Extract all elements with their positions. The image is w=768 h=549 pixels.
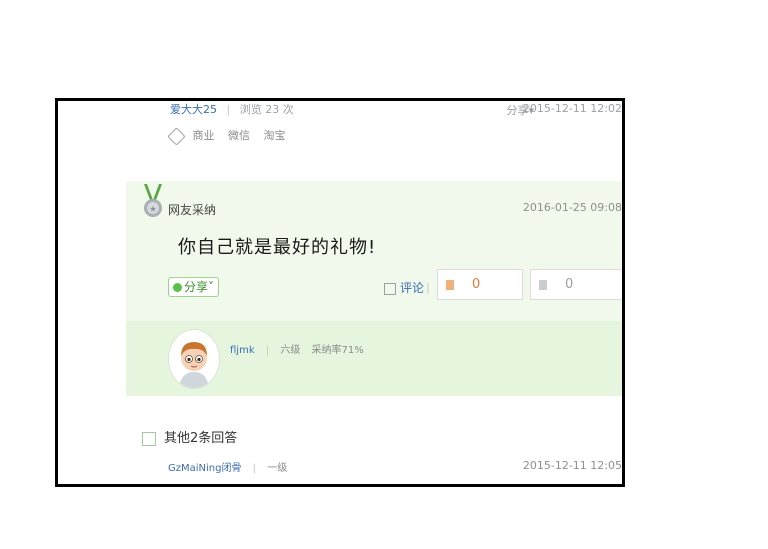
meta-separator: | <box>265 345 270 356</box>
answerer-info: fljmk | 六级 采纳率71% <box>126 321 622 396</box>
comment-icon <box>384 282 396 295</box>
best-answer-date: 2016-01-25 09:08 <box>522 201 622 214</box>
answer-share-button[interactable]: 分享˅ <box>168 277 220 297</box>
question-author-link[interactable]: 爱大大25 <box>170 103 217 116</box>
svg-text:★: ★ <box>149 205 156 214</box>
tag-list: 商业 微信 淘宝 <box>167 126 296 146</box>
screenshot-frame: 爱大大25 | 浏览 23 次 分享▾ 2015-12-11 12:02 商业 … <box>55 98 625 487</box>
avatar-image <box>169 330 219 388</box>
answerer-accept-rate: 采纳率71% <box>311 345 364 356</box>
answerer-name-link[interactable]: fljmk <box>230 345 255 356</box>
best-answer-block: ★ 网友采纳 2016-01-25 09:08 你自己就是最好的礼物! 分享˅ … <box>126 181 622 396</box>
upvote-count: 0 <box>472 277 481 292</box>
other-answers-header: 其他2条回答 <box>142 427 237 446</box>
other-answer-level: 一级 <box>267 463 288 474</box>
action-separator: | <box>426 281 430 294</box>
best-answer-label: 网友采纳 <box>168 203 217 217</box>
tag-item[interactable]: 微信 <box>228 129 250 142</box>
other-answer-user-link[interactable]: GzMaiNing闭骨 <box>168 463 241 474</box>
best-answer-text: 你自己就是最好的礼物! <box>178 237 377 258</box>
page-viewport: 爱大大25 | 浏览 23 次 分享▾ 2015-12-11 12:02 商业 … <box>58 101 622 484</box>
other-answer-meta: GzMaiNing闭骨 | 一级 <box>168 459 287 474</box>
view-count: 浏览 23 次 <box>239 103 294 116</box>
downvote-button[interactable]: 0 <box>530 269 622 300</box>
meta-separator: | <box>226 103 231 116</box>
meta-separator: | <box>252 463 257 474</box>
answerer-level: 六级 <box>280 345 301 356</box>
downvote-count: 0 <box>565 277 574 292</box>
tag-icon <box>167 126 186 146</box>
comment-button[interactable]: 评论 <box>384 279 424 296</box>
chevron-down-icon: ˅ <box>208 280 215 294</box>
thumbs-down-icon <box>539 279 547 290</box>
wechat-icon <box>173 283 182 292</box>
question-date: 2015-12-11 12:02 <box>522 102 622 115</box>
question-meta: 爱大大25 | 浏览 23 次 <box>170 101 294 117</box>
other-answer-date: 2015-12-11 12:05 <box>522 459 622 472</box>
upvote-button[interactable]: 0 <box>437 269 523 300</box>
answers-icon <box>142 431 156 446</box>
other-answers-title: 其他2条回答 <box>164 431 238 446</box>
tag-item[interactable]: 商业 <box>193 129 215 142</box>
thumbs-up-icon <box>446 279 454 290</box>
avatar[interactable] <box>168 329 220 389</box>
tag-item[interactable]: 淘宝 <box>264 129 286 142</box>
answer-content: 爱大大25 | 浏览 23 次 分享▾ 2015-12-11 12:02 商业 … <box>126 101 622 484</box>
comment-label: 评论 <box>400 281 425 295</box>
medal-icon: ★ <box>144 184 162 217</box>
share-label: 分享 <box>184 280 209 294</box>
answerer-meta: fljmk | 六级 采纳率71% <box>230 341 364 356</box>
